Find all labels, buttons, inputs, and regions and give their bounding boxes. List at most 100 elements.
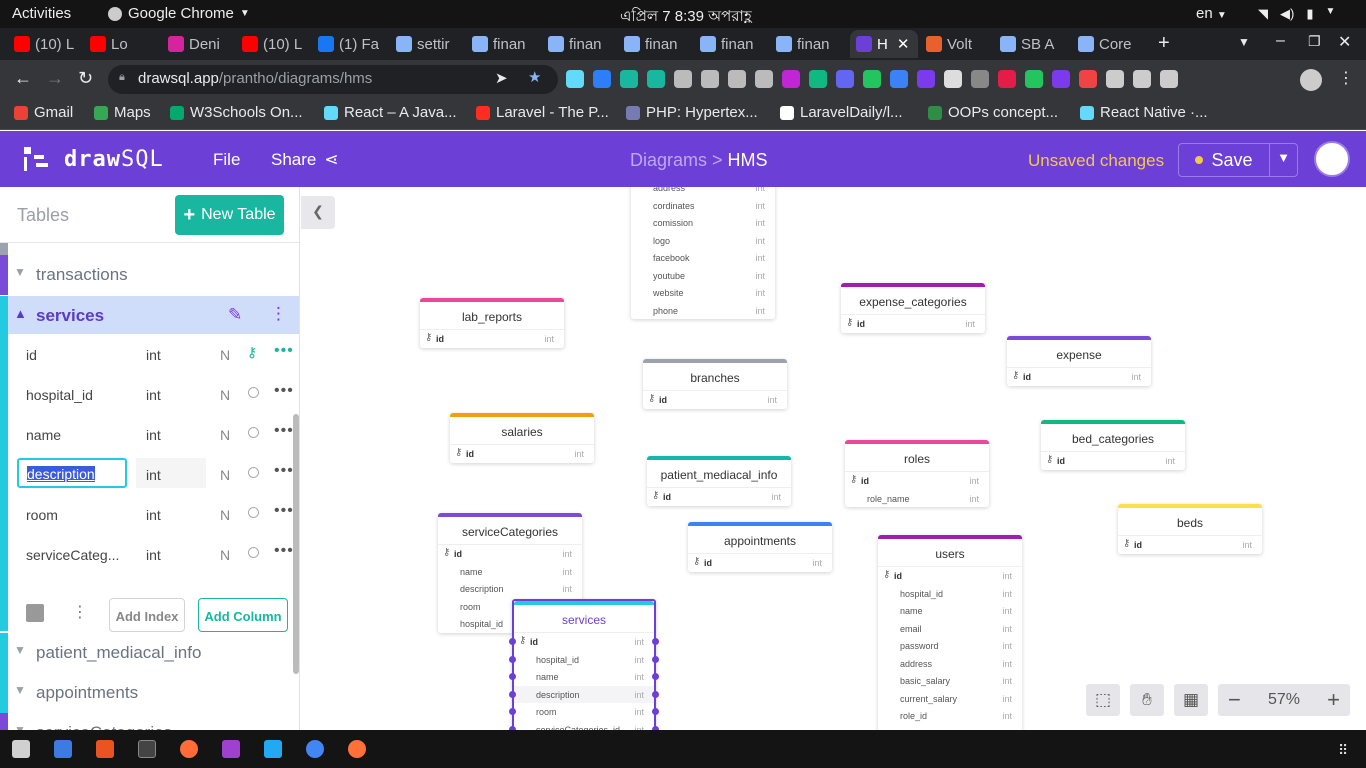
table-header-services[interactable]: ▲ services ✎ ⋮ [8,296,299,334]
close-window-icon[interactable]: ✕ [1338,32,1351,52]
extension-icon[interactable] [647,70,665,88]
key-toggle-icon[interactable] [248,427,259,438]
browser-tab[interactable]: Deni [168,32,230,56]
browser-tab[interactable]: finan [548,32,610,56]
maximize-icon[interactable]: ❐ [1308,33,1321,50]
send-icon[interactable]: ➤ [495,69,508,87]
connector-handle-icon[interactable] [509,655,516,663]
diagram-column[interactable]: role_id int [878,707,1022,725]
column-name[interactable]: serviceCateg... [26,547,126,563]
bookmark-item[interactable]: React – A Java... [324,104,457,121]
save-options-button[interactable]: ▼ [1269,143,1298,177]
column-nullable-toggle[interactable]: N [220,347,230,363]
column-name[interactable]: hospital_id [26,387,126,403]
extension-icon[interactable] [1133,70,1151,88]
extension-icon[interactable] [998,70,1016,88]
terminal-icon[interactable] [138,740,156,758]
new-tab-icon[interactable]: + [1158,32,1170,55]
browser-tab[interactable]: (10) L [14,32,78,56]
bookmark-item[interactable]: Laravel - The P... [476,104,609,121]
column-nullable-toggle[interactable]: N [220,427,230,443]
share-menu[interactable]: Share ⋖ [271,150,339,170]
table-options-icon[interactable]: ⋮ [270,304,287,324]
sidebar-table-item[interactable]: ▼ patient_mediacal_info [0,633,299,673]
column-nullable-toggle[interactable]: N [220,547,230,563]
extension-icon[interactable] [728,70,746,88]
diagram-column[interactable]: id int [438,545,582,563]
diagram-column[interactable]: facebook int [631,249,775,267]
tab-search-icon[interactable]: ▼ [1238,35,1250,49]
app-grid-icon[interactable]: ⠿ [1338,742,1352,758]
diagram-column[interactable]: current_salary int [878,690,1022,708]
extension-icon[interactable] [1025,70,1043,88]
bookmark-item[interactable]: W3Schools On... [170,104,303,121]
column-row[interactable]: serviceCateg... int N ••• [8,534,299,574]
diagram-column[interactable]: youtube int [631,267,775,285]
pan-hand-button[interactable]: ✋︎ [1130,684,1164,716]
diagram-column[interactable]: room int [509,703,659,721]
firefox-icon[interactable] [348,740,366,758]
diagram-column[interactable]: role_name int [845,490,989,508]
column-row[interactable]: description int N ••• [8,454,299,494]
sidebar-table-item[interactable]: ▼ appointments [0,673,299,713]
system-tray[interactable]: ◥ ◀) ▮ ▼ [1258,6,1335,22]
activities-button[interactable]: Activities [12,5,71,22]
diagram-column[interactable]: id int [643,391,787,409]
browser-tab[interactable]: finan [472,32,534,56]
text-editor-icon[interactable] [54,740,72,758]
column-type[interactable]: int [146,427,161,443]
save-button[interactable]: Save [1178,143,1270,177]
connector-handle-icon[interactable] [652,673,659,680]
forward-icon[interactable]: → [46,68,64,89]
key-toggle-icon[interactable] [248,547,259,558]
drawsql-logo[interactable]: drawSQL [22,145,164,173]
diagram-column[interactable]: phone int [631,302,775,320]
diagram-column[interactable]: address int [631,187,775,197]
language-indicator[interactable]: en ▼ [1196,5,1227,22]
reload-icon[interactable]: ↻ [78,68,93,89]
diagram-table[interactable]: expense id int [1007,336,1151,386]
chrome-menu-icon[interactable]: ⋮ [1338,68,1354,88]
primary-key-icon[interactable]: ⚷ [247,344,261,360]
column-options-icon[interactable]: ••• [274,502,294,520]
extension-icon[interactable] [566,70,584,88]
profile-avatar[interactable] [1300,69,1322,91]
diagram-table[interactable]: beds id int [1118,504,1262,554]
column-nullable-toggle[interactable]: N [220,467,230,483]
sidebar-table-item[interactable]: ▼ serviceCategories [0,713,299,730]
diagram-column[interactable]: website int [631,284,775,302]
diagram-column[interactable]: id int [1118,536,1262,554]
diagram-column[interactable]: id int [450,445,594,463]
connector-handle-icon[interactable] [509,690,516,698]
diagram-column[interactable]: id int [1007,368,1151,386]
vscode-icon[interactable] [264,740,282,758]
zoom-out-icon[interactable]: − [1228,687,1241,713]
diagram-column[interactable]: cordinates int [631,197,775,215]
connector-handle-icon[interactable] [652,655,659,663]
diagram-column[interactable]: password int [878,637,1022,655]
bookmark-item[interactable]: React Native ·... [1080,104,1208,121]
bookmark-item[interactable]: PHP: Hypertex... [626,104,758,121]
browser-tab[interactable]: finan [700,32,762,56]
column-row[interactable]: room int N ••• [8,494,299,534]
extension-icon[interactable] [809,70,827,88]
column-type[interactable]: int [146,387,161,403]
sidebar-table-item[interactable]: ▼ transactions [0,255,299,295]
diagram-column[interactable]: id int [878,567,1022,585]
diagram-column[interactable]: name int [438,563,582,581]
column-name[interactable]: room [26,507,126,523]
column-nullable-toggle[interactable]: N [220,507,230,523]
browser-tab[interactable]: Lo [90,32,160,56]
software-icon[interactable] [96,740,114,758]
column-options-icon[interactable]: ••• [274,542,294,560]
index-icon[interactable] [26,604,44,622]
column-nullable-toggle[interactable]: N [220,387,230,403]
extension-icon[interactable] [593,70,611,88]
diagram-column[interactable]: logo int [631,232,775,250]
diagram-column[interactable]: basic_salary int [878,672,1022,690]
column-name-input[interactable]: description [17,458,127,488]
extension-icon[interactable] [701,70,719,88]
diagram-table[interactable]: salaries id int [450,413,594,463]
column-options-icon[interactable]: ••• [274,422,294,440]
column-options-icon[interactable]: ••• [274,382,294,400]
